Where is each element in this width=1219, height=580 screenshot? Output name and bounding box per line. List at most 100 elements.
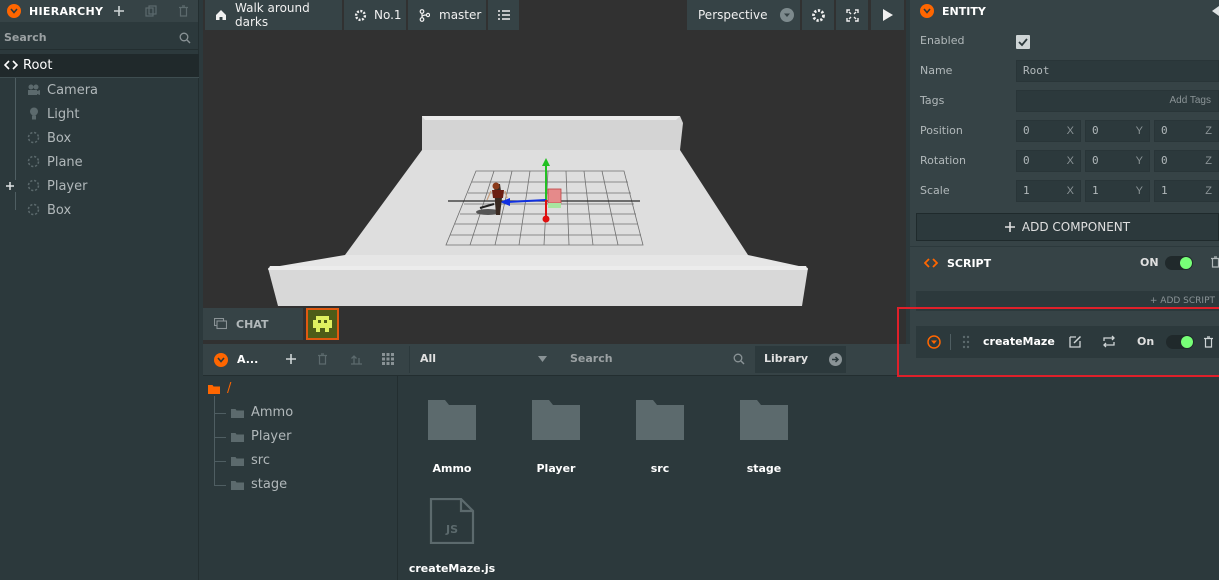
tree-item-plane[interactable]: Plane <box>0 150 199 174</box>
asset-name: createMaze.js <box>408 562 496 575</box>
avatar-icon <box>308 310 337 338</box>
expand-plus-icon[interactable] <box>4 180 16 192</box>
chat-label: CHAT <box>236 317 269 331</box>
duplicate-entity-icon[interactable] <box>143 3 159 19</box>
rotation-x-value: 0 <box>1023 154 1030 167</box>
position-y-field[interactable]: 0Y <box>1085 120 1150 142</box>
fullscreen-button[interactable] <box>836 0 868 30</box>
folder-root[interactable]: / <box>208 381 231 396</box>
scale-y-field[interactable]: 1Y <box>1085 180 1150 202</box>
scale-z-field[interactable]: 1Z <box>1154 180 1219 202</box>
add-entity-button[interactable] <box>111 3 127 19</box>
tree-item-light[interactable]: Light <box>0 102 199 126</box>
script-code-icon[interactable] <box>924 258 938 268</box>
add-asset-button[interactable] <box>285 353 297 365</box>
asset-tile-folder[interactable]: src <box>612 400 708 475</box>
rotation-x-field[interactable]: 0X <box>1016 150 1081 172</box>
collapse-hierarchy-icon[interactable] <box>7 4 21 18</box>
folder-up-icon[interactable] <box>350 353 363 365</box>
chevron-down-icon <box>780 8 794 22</box>
project-name: Walk around darks <box>235 1 310 29</box>
plus-icon <box>1004 222 1015 232</box>
tree-item-camera[interactable]: Camera <box>0 78 199 102</box>
collapse-entity-icon[interactable] <box>920 4 934 18</box>
tree-item-player[interactable]: Player <box>0 174 199 198</box>
script-on-label: ON <box>1140 256 1159 269</box>
rotation-y-field[interactable]: 0Y <box>1085 150 1150 172</box>
entity-dashed-circle-icon <box>27 155 40 168</box>
project-button[interactable]: Walk around darks <box>205 0 342 30</box>
position-z-field[interactable]: 0Z <box>1154 120 1219 142</box>
asset-tile-script[interactable]: JS createMaze.js <box>404 498 500 575</box>
delete-asset-icon[interactable] <box>317 353 328 365</box>
entity-dashed-circle-icon <box>27 203 40 216</box>
chevron-down-icon <box>538 356 547 362</box>
folder-label: / <box>227 381 232 396</box>
grid-view-icon[interactable] <box>382 353 394 365</box>
asset-tile-folder[interactable]: stage <box>716 400 812 475</box>
folder-ammo[interactable]: Ammo <box>231 405 293 420</box>
script-enable-toggle[interactable] <box>1165 256 1193 270</box>
rotation-label: Rotation <box>920 154 967 167</box>
asset-library-button[interactable]: Library <box>755 346 846 373</box>
entity-title: ENTITY <box>942 4 986 18</box>
tree-item-label: Box <box>47 130 72 146</box>
delete-entity-icon[interactable] <box>175 3 191 19</box>
chat-button[interactable]: CHAT <box>203 308 303 340</box>
trash-icon[interactable] <box>1210 256 1219 268</box>
folder-icon <box>636 400 684 440</box>
hierarchy-panel: HIERARCHY Search Root Camera Light Box P… <box>0 0 199 580</box>
launch-button[interactable] <box>871 0 904 30</box>
hierarchy-search-input[interactable]: Search <box>0 28 199 50</box>
position-z-value: 0 <box>1161 124 1168 137</box>
name-field[interactable]: Root <box>1016 60 1219 82</box>
axis-z-label: Z <box>1205 185 1212 197</box>
enabled-checkbox[interactable] <box>1016 35 1030 49</box>
branch-button[interactable]: master <box>408 0 486 30</box>
scene-settings-button[interactable]: No.1 <box>344 0 406 30</box>
name-label: Name <box>920 64 953 77</box>
folder-label: Player <box>251 429 292 444</box>
folder-stage[interactable]: stage <box>231 477 287 492</box>
camera-select[interactable]: Perspective <box>687 0 800 30</box>
scale-x-field[interactable]: 1X <box>1016 180 1081 202</box>
user-avatar[interactable] <box>306 308 339 340</box>
tree-item-label: Plane <box>47 154 83 170</box>
js-badge: JS <box>445 523 458 536</box>
tree-item-box[interactable]: Box <box>0 126 199 150</box>
tags-field[interactable]: Add Tags <box>1016 90 1219 112</box>
asset-name: Ammo <box>432 462 472 475</box>
asset-tile-folder[interactable]: Ammo <box>404 400 500 475</box>
tree-item-label: Player <box>47 178 88 194</box>
list-menu-button[interactable] <box>488 0 519 30</box>
asset-filter-select[interactable]: All <box>409 346 553 373</box>
add-component-button[interactable]: ADD COMPONENT <box>916 213 1219 241</box>
viewport-toolbar: Walk around darks No.1 master Perspectiv… <box>203 0 906 32</box>
light-icon <box>29 107 39 120</box>
script-component-header: SCRIPT ON <box>910 250 1219 276</box>
folder-player[interactable]: Player <box>231 429 291 444</box>
scene-viewport[interactable] <box>203 32 906 344</box>
rotation-y-value: 0 <box>1092 154 1099 167</box>
folder-label: src <box>251 453 270 468</box>
search-icon <box>733 353 745 365</box>
entity-dashed-circle-icon <box>27 131 40 144</box>
hierarchy-header: HIERARCHY <box>0 0 198 22</box>
tree-item-box[interactable]: Box <box>0 198 199 222</box>
collapse-assets-icon[interactable] <box>214 353 228 367</box>
position-x-field[interactable]: 0X <box>1016 120 1081 142</box>
add-component-label: ADD COMPONENT <box>1021 220 1131 234</box>
folder-icon <box>532 400 580 440</box>
asset-search-input[interactable]: Search <box>558 346 752 373</box>
position-y-value: 0 <box>1092 124 1099 137</box>
tree-item-root[interactable]: Root <box>0 54 199 78</box>
tree-guide-line <box>214 396 215 486</box>
editor-settings-button[interactable] <box>802 0 834 30</box>
asset-tile-folder[interactable]: Player <box>508 400 604 475</box>
folder-icon <box>231 456 244 466</box>
assets-title: A... <box>237 353 259 366</box>
rotation-z-field[interactable]: 0Z <box>1154 150 1219 172</box>
collapse-panel-icon[interactable] <box>1211 6 1219 16</box>
folder-src[interactable]: src <box>231 453 270 468</box>
tree-item-label: Root <box>23 58 53 73</box>
